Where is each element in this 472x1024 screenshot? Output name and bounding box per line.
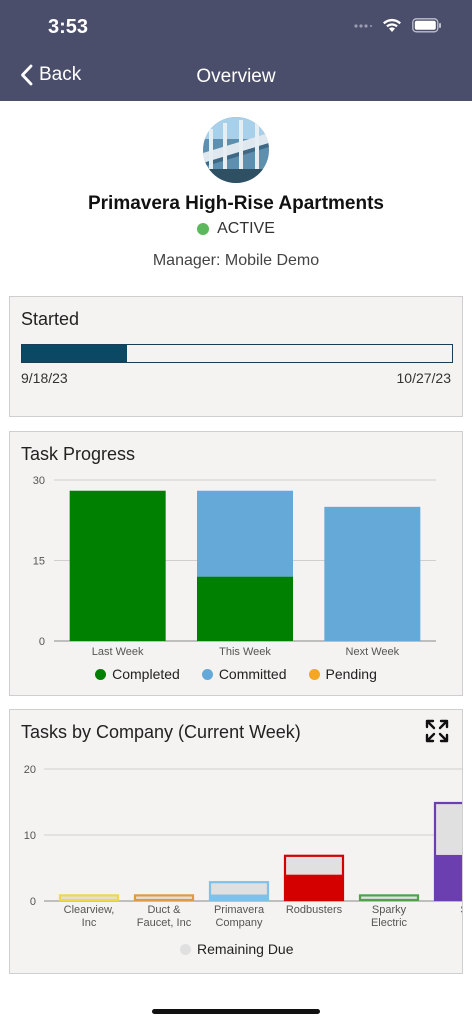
legend-label: Pending xyxy=(325,666,377,682)
x-tick-label: This Week xyxy=(219,646,271,658)
task-progress-legend: Completed Committed Pending xyxy=(10,666,462,682)
bar-remaining-due xyxy=(434,802,462,855)
x-tick-label: Last Week xyxy=(92,646,144,658)
task-progress-chart: 0 15 30 Last Week This Week Next Week xyxy=(33,475,436,658)
status-label: ACTIVE xyxy=(217,220,275,237)
y-tick-label: 30 xyxy=(33,475,45,487)
project-name: Primavera High-Rise Apartments xyxy=(87,193,384,214)
bar-completed xyxy=(69,490,166,641)
x-tick-label: S xyxy=(460,904,462,916)
remaining-due-label: Remaining Due xyxy=(197,941,294,957)
battery-icon xyxy=(412,18,441,33)
x-tick-label: Faucet, Inc xyxy=(137,917,192,929)
project-status: ACTIVE xyxy=(0,220,472,238)
legend-swatch xyxy=(308,668,320,680)
x-tick-label: Rodbusters xyxy=(286,904,343,916)
x-tick-label: Sparky xyxy=(372,904,407,916)
project-avatar xyxy=(203,117,269,183)
navigation-header: 3:53 Back Overview xyxy=(0,0,472,101)
x-tick-label: Duct & xyxy=(147,904,181,916)
legend-item: Pending xyxy=(308,666,377,682)
y-tick-label: 15 xyxy=(33,556,45,568)
x-tick-label: Primavera xyxy=(214,904,265,916)
bar-completed xyxy=(197,576,293,641)
bar-completed xyxy=(434,854,462,901)
y-tick-label: 10 xyxy=(24,830,36,842)
bar-committed xyxy=(197,490,293,577)
tasks-by-company-chart: 0 10 20 Clearview,Inc Duct &Faucet, Inc Prima… xyxy=(24,764,462,929)
x-tick-label: Electric xyxy=(371,917,408,929)
cellular-icon xyxy=(354,23,372,28)
legend-item: Completed xyxy=(95,666,180,682)
schedule-progress-bar xyxy=(21,344,453,363)
end-date: 10/27/23 xyxy=(396,370,452,386)
status-icons xyxy=(354,18,442,33)
page-title: Overview xyxy=(196,66,276,87)
y-tick-label: 0 xyxy=(30,896,36,908)
x-tick-label: Clearview, xyxy=(64,904,115,916)
legend-label: Committed xyxy=(218,666,287,682)
x-tick-label: Company xyxy=(215,917,263,929)
legend-label: Completed xyxy=(112,666,180,682)
start-date: 9/18/23 xyxy=(21,370,68,386)
home-indicator xyxy=(152,1009,320,1014)
schedule-title: Started xyxy=(21,309,80,329)
project-manager: Manager: Mobile Demo xyxy=(152,252,320,269)
bar-remaining-due xyxy=(284,854,344,875)
x-tick-label: Inc xyxy=(82,917,97,929)
legend-swatch xyxy=(95,668,107,680)
status-dot-icon xyxy=(197,223,210,235)
schedule-card: Started 9/18/23 10/27/23 xyxy=(9,296,463,417)
remaining-due-swatch xyxy=(180,943,191,955)
bar-committed xyxy=(324,506,421,641)
schedule-progress-fill xyxy=(22,345,128,362)
task-progress-card: Task Progress 0 15 30 Last Week This Week Nex… xyxy=(9,431,463,696)
tasks-by-company-card: Tasks by Company (Current Week) 0 10 20 Cle… xyxy=(9,709,463,974)
y-tick-label: 20 xyxy=(24,764,36,776)
company-legend: Remaining Due xyxy=(180,941,294,957)
x-tick-label: Next Week xyxy=(346,646,400,658)
wifi-icon xyxy=(383,18,401,32)
y-tick-label: 0 xyxy=(39,636,45,648)
status-time: 3:53 xyxy=(48,16,89,38)
bar-completed xyxy=(284,874,344,901)
legend-item: Committed xyxy=(201,666,287,682)
legend-swatch xyxy=(201,668,213,680)
